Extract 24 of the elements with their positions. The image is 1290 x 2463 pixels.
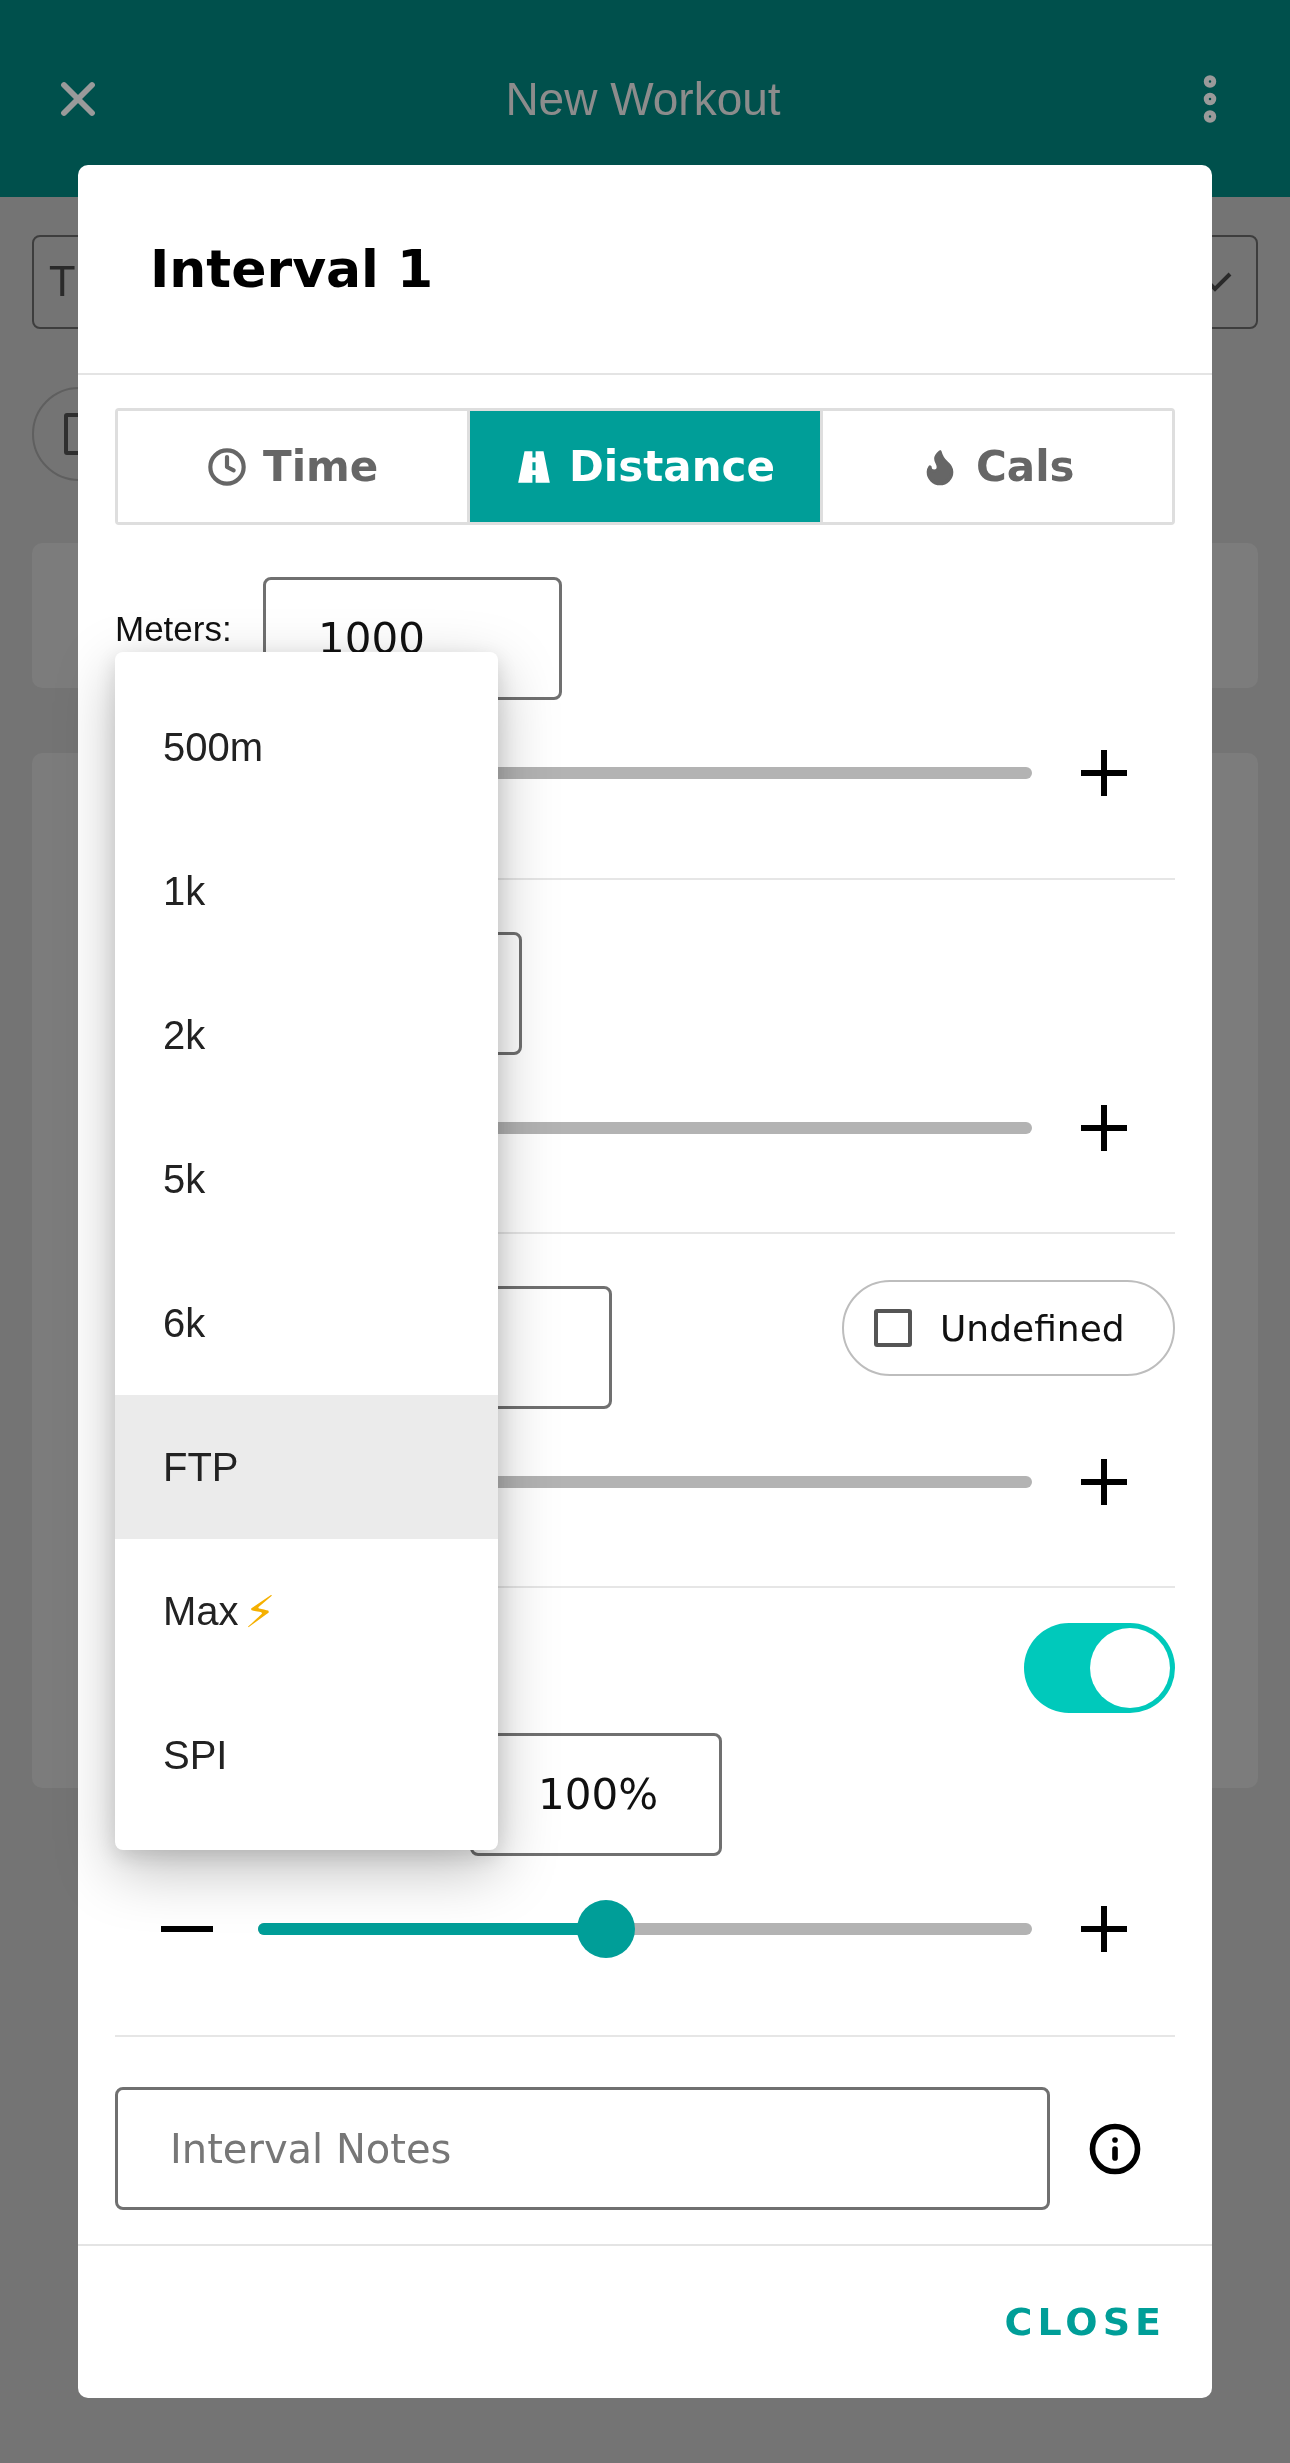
plus-icon[interactable] [1080, 1459, 1127, 1505]
plus-icon[interactable] [1080, 1906, 1127, 1952]
info-icon[interactable] [1088, 2121, 1142, 2176]
meters-label: Meters: [115, 609, 233, 649]
plus-icon[interactable] [1080, 750, 1127, 796]
slider[interactable] [258, 1900, 1032, 1958]
menu-item[interactable]: SPI [115, 1683, 498, 1827]
menu-item[interactable]: FTP [115, 1395, 498, 1539]
menu-item[interactable]: 1k [115, 819, 498, 963]
menu-item[interactable]: 5k [115, 1107, 498, 1251]
menu-item[interactable]: 2k [115, 963, 498, 1107]
menu-item[interactable]: 500m [115, 675, 498, 819]
undefined-chip[interactable]: Undefined [842, 1280, 1175, 1376]
dialog-title: Interval 1 [150, 239, 434, 299]
field-value: T [50, 259, 75, 305]
menu-item[interactable]: Max⚡ [115, 1539, 498, 1683]
notes-field[interactable]: Interval Notes [115, 2087, 1050, 2210]
mode-tab[interactable]: Cals [819, 411, 1172, 522]
app-title: New Workout [505, 71, 781, 126]
clock-icon [207, 446, 247, 487]
checkbox[interactable] [874, 1309, 912, 1347]
plus-icon[interactable] [1080, 1105, 1127, 1151]
menu-item[interactable]: 6k [115, 1251, 498, 1395]
chip-label: Undefined [940, 1307, 1125, 1349]
